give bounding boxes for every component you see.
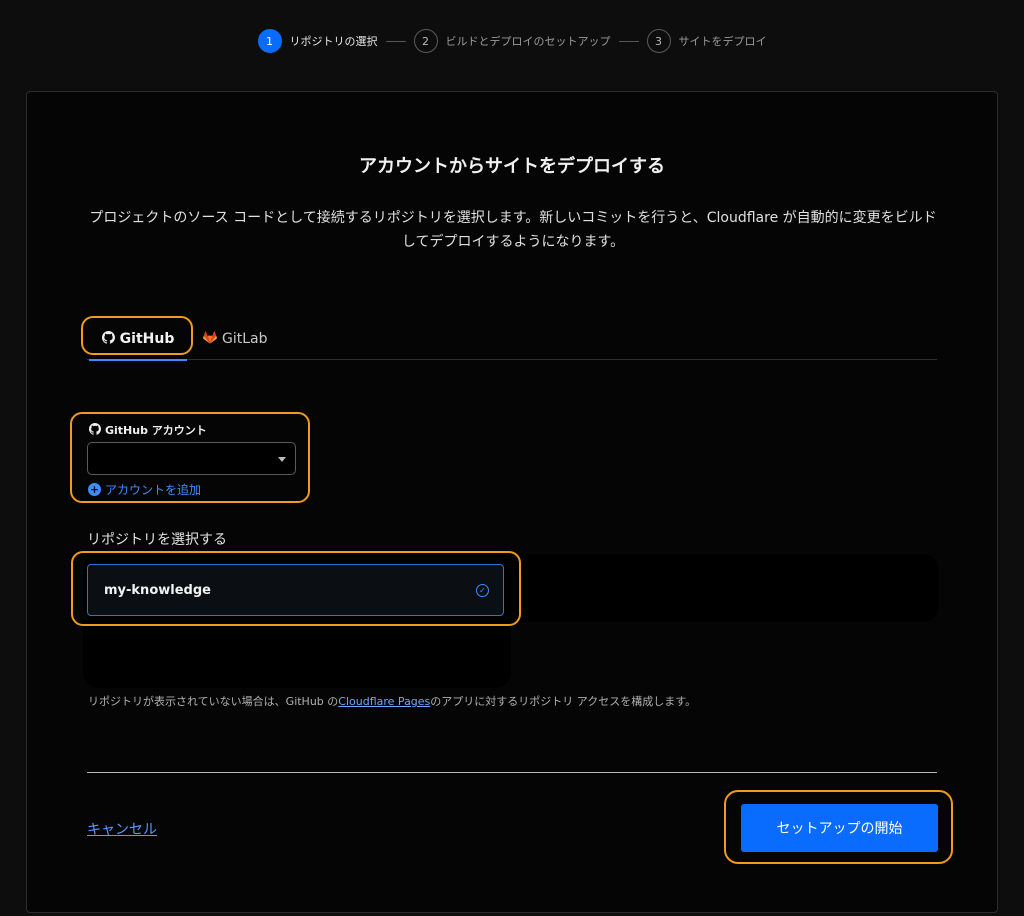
gitlab-icon [203, 330, 217, 348]
step-2-label: ビルドとデプロイのセットアップ [445, 35, 611, 48]
step-connector [385, 40, 406, 42]
divider [87, 772, 937, 773]
github-icon [89, 422, 101, 438]
stepper: 1 リポジトリの選択 2 ビルドとデプロイのセットアップ 3 サイトをデプロイ [0, 28, 1024, 54]
repo-help-note: リポジトリが表示されていない場合は、GitHub のCloudflare Pag… [88, 693, 696, 709]
step-1-label: リポジトリの選択 [289, 35, 378, 48]
step-3: 3 サイトをデプロイ [646, 29, 767, 53]
check-circle-icon: ✓ [476, 583, 489, 597]
plus-circle-icon: + [88, 483, 101, 496]
tab-active-indicator [89, 359, 187, 361]
account-label: GitHub アカウント [89, 422, 207, 438]
cancel-link[interactable]: キャンセル [87, 819, 157, 839]
repo-item-selected[interactable]: my-knowledge ✓ [87, 564, 504, 616]
page-title: アカウントからサイトをデプロイする [359, 156, 665, 177]
step-1-number: 1 [257, 29, 282, 53]
chevron-down-icon [278, 457, 286, 462]
page-description: プロジェクトのソース コードとして接続するリポジトリを選択します。新しいコミット… [89, 210, 937, 250]
step-1: 1 リポジトリの選択 [257, 29, 378, 53]
repo-list-background-lower [83, 620, 511, 688]
tab-github-label: GitHub [119, 331, 175, 347]
github-icon [101, 330, 115, 348]
deploy-card: アカウントからサイトをデプロイする プロジェクトのソース コードとして接続するリ… [26, 91, 998, 913]
step-2-number: 2 [413, 29, 438, 53]
account-select[interactable] [87, 442, 296, 475]
tab-gitlab[interactable]: GitLab [203, 324, 268, 354]
provider-tabs: GitHub GitLab [87, 318, 937, 361]
tab-github[interactable]: GitHub [89, 324, 187, 361]
repo-name: my-knowledge [104, 582, 211, 598]
add-account-label: アカウントを追加 [105, 483, 202, 497]
step-3-label: サイトをデプロイ [678, 35, 767, 48]
tab-gitlab-label: GitLab [222, 331, 268, 347]
repo-heading: リポジトリを選択する [87, 532, 227, 548]
note-suffix: のアプリに対するリポジトリ アクセスを構成します。 [430, 695, 697, 708]
step-3-number: 3 [646, 29, 671, 53]
start-setup-button[interactable]: セットアップの開始 [741, 804, 938, 852]
step-connector [618, 40, 639, 42]
account-label-text: GitHub アカウント [105, 424, 207, 437]
note-prefix: リポジトリが表示されていない場合は、GitHub の [88, 695, 339, 708]
step-2: 2 ビルドとデプロイのセットアップ [413, 29, 611, 53]
cloudflare-pages-link[interactable]: Cloudflare Pages [338, 695, 430, 708]
add-account-link[interactable]: + アカウントを追加 [88, 481, 201, 498]
